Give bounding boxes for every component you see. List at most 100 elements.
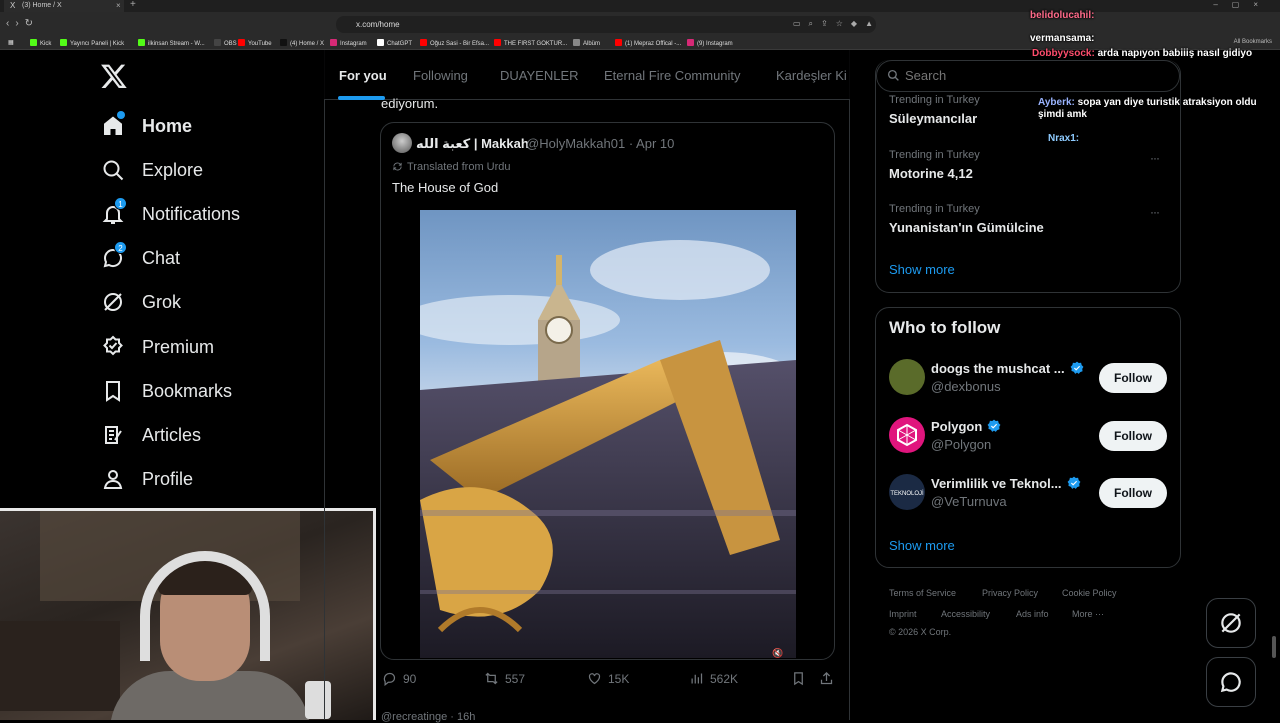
share-button[interactable] bbox=[819, 671, 840, 686]
quoted-post-image[interactable] bbox=[420, 210, 796, 658]
quoted-avatar[interactable] bbox=[392, 133, 412, 153]
window-controls[interactable]: –▢× bbox=[1213, 0, 1272, 9]
follow-show-more[interactable]: Show more bbox=[889, 538, 955, 553]
bookmark-item[interactable]: THE FIRST GOKTUR... bbox=[494, 39, 567, 47]
follow-button[interactable]: Follow bbox=[1099, 363, 1167, 393]
bookmark-favicon-icon bbox=[573, 39, 580, 46]
footer-link[interactable]: Ads info bbox=[1016, 609, 1049, 619]
sidebar-item-explore[interactable]: Explore bbox=[100, 153, 203, 187]
footer-link[interactable]: More ··· bbox=[1072, 609, 1104, 619]
follow-button[interactable]: Follow bbox=[1099, 478, 1167, 508]
like-count: 15K bbox=[608, 671, 630, 686]
chat-username: vermansama: bbox=[1030, 33, 1095, 44]
bookmark-item[interactable]: ilkinsan Stream - W... bbox=[138, 39, 205, 47]
footer-link[interactable]: Terms of Service bbox=[889, 588, 956, 598]
quoted-author-handle[interactable]: @HolyMakkah01 · Apr 10 bbox=[526, 136, 674, 151]
follow-button[interactable]: Follow bbox=[1099, 421, 1167, 451]
bookmark-label: OBS bbox=[224, 41, 237, 47]
tab-kardeşler-ki[interactable]: Kardeşler Ki bbox=[776, 68, 847, 83]
sidebar-item-articles[interactable]: Articles bbox=[100, 418, 201, 452]
browser-tab[interactable]: X (3) Home / X × bbox=[4, 0, 124, 12]
bookmark-item[interactable]: Albüm bbox=[573, 39, 600, 47]
trend-more-icon[interactable]: ··· bbox=[1150, 205, 1160, 219]
search-icon bbox=[887, 69, 899, 81]
address-bar-icons[interactable]: ▭⌕⇪☆◆▲ bbox=[793, 19, 881, 29]
tab-close-icon[interactable]: × bbox=[116, 1, 121, 10]
trend-name[interactable]: Motorine 4,12 bbox=[889, 166, 973, 181]
sidebar-item-home[interactable]: Home bbox=[100, 109, 192, 143]
tab-eternal-fire-community[interactable]: Eternal Fire Community bbox=[604, 68, 741, 83]
bookmark-item[interactable]: (9) Instagram bbox=[687, 39, 733, 47]
footer-link[interactable]: Accessibility bbox=[941, 609, 990, 619]
bookmark-item[interactable]: YouTube bbox=[238, 39, 272, 47]
repost-button[interactable]: 557 bbox=[484, 671, 525, 686]
search-box[interactable] bbox=[876, 60, 1180, 92]
trends-show-more[interactable]: Show more bbox=[889, 262, 955, 277]
footer-link[interactable]: Cookie Policy bbox=[1062, 588, 1117, 598]
follow-avatar[interactable] bbox=[889, 417, 925, 453]
follow-name-text: doogs the mushcat ... bbox=[931, 361, 1065, 376]
sidebar-item-grok[interactable]: Grok bbox=[100, 285, 181, 319]
bell-icon: 1 bbox=[100, 197, 127, 227]
share-icon bbox=[820, 671, 833, 685]
follow-name[interactable]: Verimlilik ve Teknol... bbox=[931, 476, 1081, 491]
sidebar-item-chat[interactable]: 2 Chat bbox=[100, 241, 180, 275]
trend-name[interactable]: Süleymancılar bbox=[889, 111, 977, 126]
grok-fab[interactable] bbox=[1206, 598, 1256, 648]
chat-message: Ayberk: sopa yan diye turistik atraksiyo… bbox=[1038, 97, 1278, 121]
translated-label[interactable]: Translated from Urdu bbox=[392, 161, 511, 173]
bookmark-post-icon bbox=[794, 672, 803, 686]
footer-link[interactable]: Privacy Policy bbox=[982, 588, 1038, 598]
bookmark-favicon-icon bbox=[377, 39, 384, 46]
sidebar-item-label: Articles bbox=[142, 424, 202, 445]
sidebar-item-bookmarks[interactable]: Bookmarks bbox=[100, 374, 232, 408]
scrollbar-thumb[interactable] bbox=[1272, 636, 1276, 658]
follow-name-text: Verimlilik ve Teknol... bbox=[931, 476, 1062, 491]
x-logo-icon[interactable] bbox=[100, 62, 130, 92]
muted-video-icon[interactable]: 🔇 bbox=[772, 648, 783, 659]
bookmark-item[interactable]: Kick bbox=[30, 39, 51, 47]
bookmark-item[interactable]: Oğuz Sasi - Bir Efsa... bbox=[420, 39, 489, 47]
tab-following[interactable]: Following bbox=[413, 68, 468, 83]
sidebar-item-premium[interactable]: Premium bbox=[100, 330, 214, 364]
quoted-author-name[interactable]: كعبة الله | Makkah bbox=[416, 136, 529, 152]
sidebar-item-notifications[interactable]: 1 Notifications bbox=[100, 197, 240, 231]
tab-for-you[interactable]: For you bbox=[339, 68, 387, 83]
tab-title: (3) Home / X bbox=[22, 2, 62, 9]
webcam-overlay bbox=[0, 508, 376, 720]
bookmark-item[interactable]: (4) Home / X bbox=[280, 39, 324, 47]
follow-name[interactable]: doogs the mushcat ... bbox=[931, 361, 1084, 376]
tab-duayenler[interactable]: DUAYENLER bbox=[500, 68, 579, 83]
articles-icon bbox=[100, 422, 126, 448]
views-button[interactable]: 562K bbox=[689, 671, 738, 686]
trend-name[interactable]: Yunanistan'ın Gümülcine bbox=[889, 220, 1044, 235]
chat-icon: 2 bbox=[100, 241, 127, 271]
follow-name-text: Polygon bbox=[931, 419, 983, 434]
copyright: © 2026 X Corp. bbox=[889, 627, 952, 637]
new-tab-icon[interactable]: + bbox=[130, 0, 136, 10]
bookmark-post-button[interactable] bbox=[791, 671, 812, 686]
nav-buttons[interactable]: ‹›↻ bbox=[6, 18, 39, 29]
footer-link[interactable]: Imprint bbox=[889, 609, 917, 619]
bookmark-label: Albüm bbox=[583, 41, 601, 47]
trend-more-icon[interactable]: ··· bbox=[1150, 151, 1160, 165]
apps-grid-icon[interactable]: ▦ bbox=[8, 39, 14, 46]
like-button[interactable]: 15K bbox=[587, 671, 629, 686]
follow-name[interactable]: Polygon bbox=[931, 419, 1001, 434]
trend-meta: Trending in Turkey bbox=[889, 94, 980, 106]
bookmark-item[interactable]: Instagram bbox=[330, 39, 367, 47]
bookmark-favicon-icon bbox=[280, 39, 287, 46]
bookmark-label: (4) Home / X bbox=[290, 41, 325, 47]
follow-avatar[interactable]: TEKNOLOJİ bbox=[889, 474, 925, 510]
bookmark-item[interactable]: (1) Mepraz Offical -... bbox=[615, 39, 681, 47]
search-input[interactable] bbox=[905, 68, 1155, 83]
bookmark-item[interactable]: OBS bbox=[214, 39, 237, 47]
follow-avatar[interactable] bbox=[889, 359, 925, 395]
messages-fab[interactable] bbox=[1206, 657, 1256, 707]
all-bookmarks[interactable]: All Bookmarks bbox=[1234, 39, 1272, 45]
bookmark-item[interactable]: Yayıncı Paneli | Kick bbox=[60, 39, 124, 47]
reply-button[interactable]: 90 bbox=[382, 671, 416, 686]
sidebar-item-profile[interactable]: Profile bbox=[100, 462, 193, 496]
next-post-header[interactable]: @recreatinge · 16h bbox=[381, 711, 475, 723]
bookmark-item[interactable]: ChatGPT bbox=[377, 39, 412, 47]
